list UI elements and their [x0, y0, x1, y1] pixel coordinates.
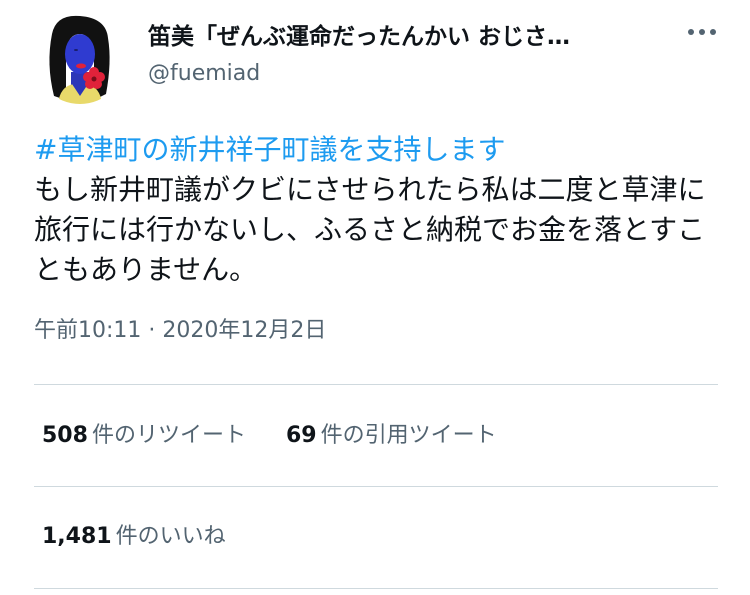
retweet-label: 件のリツイート: [91, 423, 246, 448]
quote-count: 69: [285, 423, 317, 448]
tweet-timestamp[interactable]: 午前10:11 · 2020年12月2日: [34, 316, 326, 346]
retweets-stat[interactable]: 508 件のリツイート: [42, 420, 246, 452]
quote-tweets-stat[interactable]: 69 件の引用ツイート: [286, 420, 497, 452]
user-handle[interactable]: @fuemiad: [148, 60, 618, 88]
divider: [34, 384, 718, 385]
like-count: 1,481: [42, 524, 112, 549]
divider: [34, 486, 718, 487]
tweet-text: #草津町の新井祥子町議を支持します もし新井町議がクビにさせられたら私は二度と草…: [34, 130, 724, 290]
avatar[interactable]: [34, 12, 126, 104]
retweet-count: 508: [42, 423, 88, 448]
likes-stat[interactable]: 1,481 件のいいね: [42, 521, 226, 553]
more-options-button[interactable]: [684, 20, 720, 44]
tweet-header: 笛美「ぜんぶ運命だったんかい おじさ… @fuemiad: [34, 12, 724, 104]
engagement-stats: 508 件のリツイート 69 件の引用ツイート: [42, 420, 497, 452]
more-horizontal-icon: [688, 29, 716, 35]
user-avatar-illustration-icon: [49, 15, 110, 104]
hashtag-link[interactable]: #草津町の新井祥子町議を支持します: [34, 130, 724, 170]
quote-label: 件の引用ツイート: [320, 423, 497, 448]
tweet-body: もし新井町議がクビにさせられたら私は二度と草津に旅行には行かないし、ふるさと納税…: [34, 173, 706, 286]
divider: [34, 588, 718, 589]
like-label: 件のいいね: [115, 524, 226, 549]
display-name[interactable]: 笛美「ぜんぶ運命だったんかい おじさ…: [148, 22, 618, 52]
author-block: 笛美「ぜんぶ運命だったんかい おじさ… @fuemiad: [148, 22, 618, 88]
tweet-detail: 笛美「ぜんぶ運命だったんかい おじさ… @fuemiad #草津町の新井祥子町議…: [0, 0, 750, 595]
